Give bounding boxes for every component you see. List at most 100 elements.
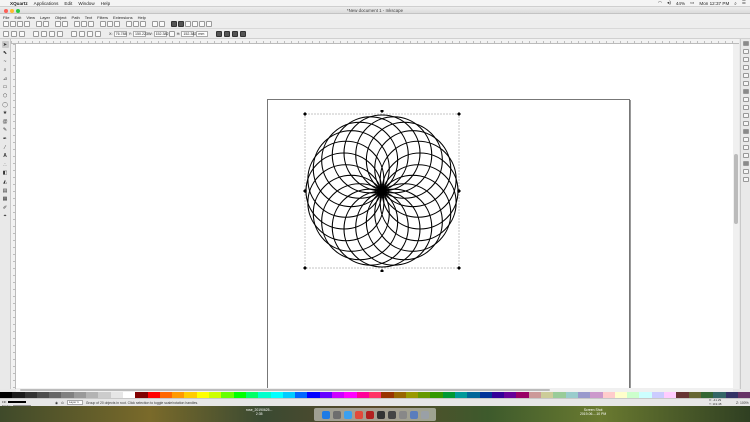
move-patterns-icon[interactable] [240,30,247,37]
w-input[interactable]: 152.382 [153,30,169,37]
preferences-app-icon[interactable] [398,410,407,419]
fill-swatch[interactable] [7,400,26,403]
dropper-tool-icon[interactable]: ✐ [2,204,9,211]
preferences-icon[interactable] [206,21,212,27]
select-all-icon[interactable] [3,30,9,37]
copy-icon[interactable] [74,21,80,27]
chrome-icon[interactable] [354,410,363,419]
calligraphy-tool-icon[interactable]: ⁄ [2,144,9,151]
layers-icon[interactable] [185,21,191,27]
layer-select[interactable]: Layer 1 [66,400,83,405]
spiral-tool-icon[interactable]: @ [2,118,9,125]
save-icon[interactable] [17,21,23,27]
menu-file[interactable]: File [3,15,9,20]
lower-icon[interactable] [87,30,93,37]
h-input[interactable]: 152.382 [181,30,196,37]
menu-edit[interactable]: Edit [64,1,72,6]
new-document-icon[interactable] [3,21,9,27]
zoom-tool-icon[interactable]: ⌕ [2,67,9,74]
tweak-tool-icon[interactable]: ~ [2,58,9,65]
raise-icon[interactable] [79,30,85,37]
mesh-tool-icon[interactable]: ▦ [2,196,9,203]
inkscape-icon[interactable] [376,410,385,419]
snap-page-border-icon[interactable] [742,161,749,166]
zoom-window-button[interactable] [16,8,20,13]
scale-handle[interactable] [380,269,384,272]
fill-stroke-icon[interactable] [171,21,177,27]
snap-cusp-icon[interactable] [742,113,749,118]
pencil-tool-icon[interactable]: ✎ [2,127,9,134]
scale-handle[interactable] [380,110,384,113]
snap-text-baseline-icon[interactable] [742,153,749,158]
desktop-file-rose[interactable]: rose_20190625... 2:35 [246,408,272,416]
snap-object-center-icon[interactable] [742,137,749,142]
launchpad-icon[interactable] [332,410,341,419]
group-icon[interactable] [152,21,158,27]
snap-bbox-icon[interactable] [742,49,749,54]
scale-corners-icon[interactable] [224,30,231,37]
battery-percent[interactable]: 44% [676,1,685,6]
snap-rotation-center-icon[interactable] [742,145,749,150]
undo-icon[interactable] [55,21,61,27]
scale-handle[interactable] [457,266,461,270]
pen-tool-icon[interactable]: ✒ [2,136,9,143]
vertical-scrollbar[interactable] [733,44,739,389]
xml-editor-icon[interactable] [192,21,198,27]
menu-help-app[interactable]: Help [138,15,146,20]
menu-applications[interactable]: Applications [34,1,59,6]
clock[interactable]: Mon 12:37 PM [699,1,729,6]
notification-center-icon[interactable]: ☰ [742,0,746,6]
cut-icon[interactable] [81,21,87,27]
scale-handle[interactable] [457,112,461,116]
wifi-icon[interactable]: ◠ [658,0,662,6]
deselect-icon[interactable] [19,30,25,37]
flip-horizontal-icon[interactable] [49,30,55,37]
y-input[interactable]: 150.223 [132,30,148,37]
trash-icon[interactable] [420,410,429,419]
3dbox-tool-icon[interactable]: ⬡ [2,93,9,100]
scale-stroke-icon[interactable] [216,30,223,37]
zoom-drawing-icon[interactable] [107,21,113,27]
measure-tool-icon[interactable]: ⊿ [2,75,9,82]
move-gradients-icon[interactable] [232,30,239,37]
xquartz-icon[interactable] [387,410,396,419]
duplicate-icon[interactable] [126,21,132,27]
snap-intersection-icon[interactable] [742,105,749,110]
vertical-scroll-thumb[interactable] [734,154,738,224]
snap-bbox-midpoint-icon[interactable] [742,73,749,78]
align-icon[interactable] [199,21,205,27]
menu-layer[interactable]: Layer [40,15,50,20]
snap-guide-icon[interactable] [742,177,749,182]
menu-extensions[interactable]: Extensions [113,15,133,20]
scale-handle[interactable] [303,112,307,116]
snap-bbox-corner-icon[interactable] [742,65,749,70]
menu-object[interactable]: Object [55,15,67,20]
snap-toggle-icon[interactable] [742,41,749,46]
snap-nodes-icon[interactable] [742,89,749,94]
menu-edit-app[interactable]: Edit [14,15,21,20]
close-window-button[interactable] [4,8,8,13]
x-input[interactable]: 76.788 [113,30,127,37]
export-icon[interactable] [43,21,49,27]
select-all-layers-icon[interactable] [11,30,17,37]
bucket-tool-icon[interactable]: ◭ [2,179,9,186]
import-icon[interactable] [36,21,42,27]
text-tool-icon[interactable]: A [2,153,9,160]
selector-tool-icon[interactable]: ➤ [1,41,9,48]
zoom-level[interactable]: Z: 100% [736,401,750,405]
menu-text[interactable]: Text [85,15,92,20]
rosette-artwork[interactable] [302,110,478,272]
snap-midpoint-icon[interactable] [742,129,749,134]
menu-path[interactable]: Path [72,15,80,20]
horizontal-scroll-thumb[interactable] [20,389,550,391]
snap-path-icon[interactable] [742,97,749,102]
fill-stroke-indicator[interactable]: Fill: Stroke: [2,400,52,408]
lower-to-bottom-icon[interactable] [95,30,101,37]
spray-tool-icon[interactable]: ∴ [2,161,9,168]
desktop-file-screenshot[interactable]: Screen Shot 2019-06-...10 PM [580,408,606,416]
ungroup-icon[interactable] [159,21,165,27]
layer-lock-icon[interactable]: ⊙ [61,401,64,405]
paste-icon[interactable] [88,21,94,27]
unit-select[interactable]: mm [196,30,209,37]
menu-view[interactable]: View [26,15,35,20]
